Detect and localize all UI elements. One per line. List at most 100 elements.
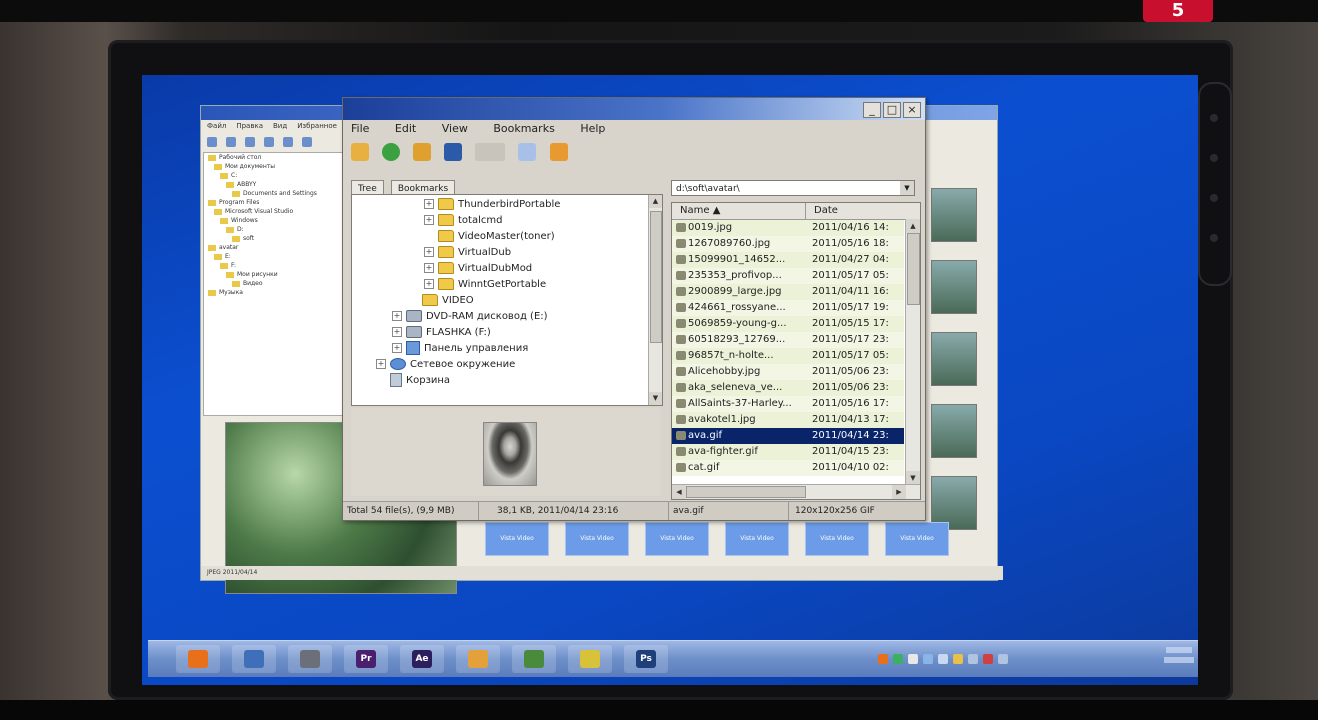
toolbar-icon[interactable] [264,137,275,147]
window-titlebar[interactable]: _ □ × [343,98,925,120]
background-menu-item[interactable]: Вид [273,122,287,130]
slideshow-icon[interactable] [549,143,568,161]
column-name-header[interactable]: Name ▲ [672,203,806,219]
tree-item[interactable]: + Панель управления [392,341,528,357]
expand-icon[interactable]: + [392,311,402,321]
file-row[interactable]: 15099901_14652... 2011/04/27 04: [672,252,904,268]
taskbar-button[interactable] [232,645,276,673]
tray-icon[interactable] [878,654,888,664]
tray-icon[interactable] [968,654,978,664]
expand-icon[interactable]: + [424,247,434,257]
background-menu-item[interactable]: Файл [207,122,226,130]
tree-item[interactable]: + WinntGetPortable [424,277,546,293]
menu-edit[interactable]: Edit [395,122,416,135]
file-row[interactable]: 2900899_large.jpg 2011/04/11 16: [672,284,904,300]
expand-icon[interactable]: + [376,359,386,369]
taskbar-button[interactable] [568,645,612,673]
maximize-button[interactable]: □ [883,102,901,118]
taskbar-button[interactable] [288,645,332,673]
file-row[interactable]: ava-fighter.gif 2011/04/15 23: [672,444,904,460]
taskbar-button[interactable]: Ps [624,645,668,673]
up-folder-icon[interactable] [351,143,369,161]
toolbar-icon[interactable] [283,137,294,147]
tray-icon[interactable] [908,654,918,664]
scroll-thumb[interactable] [907,233,920,305]
tray-icon[interactable] [938,654,948,664]
scroll-up-arrow[interactable]: ▲ [649,195,662,208]
image-viewer-window[interactable]: _ □ × File Edit View Bookmarks Help Tree… [342,97,926,521]
tree-item[interactable]: VideoMaster(toner) [424,229,555,245]
expand-icon[interactable]: + [424,215,434,225]
tray-icon[interactable] [953,654,963,664]
expand-icon[interactable]: + [392,343,402,353]
scroll-thumb[interactable] [686,486,806,498]
taskbar-button[interactable]: Pr [344,645,388,673]
file-row[interactable]: 235353_profivop... 2011/05/17 05: [672,268,904,284]
thumbnails-icon[interactable] [518,143,537,161]
taskbar-button[interactable] [176,645,220,673]
file-row[interactable]: 60518293_12769... 2011/05/17 23: [672,332,904,348]
taskbar-button[interactable] [512,645,556,673]
thumbnail[interactable] [931,404,977,458]
folder-tree[interactable]: + ThunderbirdPortable + totalcmd VideoMaster… [351,194,663,406]
tree-item[interactable]: + Сетевое окружение [376,357,515,373]
scroll-thumb[interactable] [650,211,662,343]
video-thumbnail[interactable]: Vista Video [805,522,869,556]
tray-icon[interactable] [893,654,903,664]
video-thumbnail[interactable]: Vista Video [485,522,549,556]
minimize-button[interactable]: _ [863,102,881,118]
file-row[interactable]: Alicehobby.jpg 2011/05/06 23: [672,364,904,380]
file-row[interactable]: 424661_rossyane... 2011/05/17 19: [672,300,904,316]
expand-icon[interactable]: + [424,263,434,273]
tree-item[interactable]: VIDEO [408,293,474,309]
file-row[interactable]: 1267089760.jpg 2011/05/16 18: [672,236,904,252]
bookmark-add-icon[interactable] [413,143,432,161]
file-row[interactable]: aka_seleneva_ve... 2011/05/06 23: [672,380,904,396]
tree-item[interactable]: Корзина [376,373,450,389]
expand-icon[interactable]: + [392,327,402,337]
scroll-down-arrow[interactable]: ▼ [649,392,662,405]
file-row[interactable]: 0019.jpg 2011/04/16 14: [672,220,904,236]
tree-item[interactable]: + ThunderbirdPortable [424,197,560,213]
file-row[interactable]: 5069859-young-g... 2011/05/15 17: [672,316,904,332]
toolbar-icon[interactable] [302,137,313,147]
background-menu-item[interactable]: Избранное [297,122,337,130]
file-list-hscrollbar[interactable]: ◀ ▶ [672,484,920,499]
video-thumbnail[interactable]: Vista Video [645,522,709,556]
menu-view[interactable]: View [442,122,468,135]
scroll-up-arrow[interactable]: ▲ [906,219,920,233]
expand-icon[interactable]: + [424,279,434,289]
video-thumbnail[interactable]: Vista Video [885,522,949,556]
file-row[interactable]: ava.gif 2011/04/14 23: [672,428,904,444]
taskbar-button[interactable] [456,645,500,673]
toolbar-icon[interactable] [207,137,217,147]
file-row[interactable]: AllSaints-37-Harley... 2011/05/16 17: [672,396,904,412]
close-button[interactable]: × [903,102,921,118]
expand-icon[interactable]: + [424,199,434,209]
refresh-icon[interactable] [382,143,401,161]
tray-icon[interactable] [998,654,1008,664]
scroll-down-arrow[interactable]: ▼ [906,471,920,485]
thumbnail[interactable] [931,332,977,386]
taskbar-button[interactable]: Ae [400,645,444,673]
tree-item[interactable]: + totalcmd [424,213,502,229]
menu-bookmarks[interactable]: Bookmarks [493,122,554,135]
video-thumbnail[interactable]: Vista Video [565,522,629,556]
dropdown-arrow-icon[interactable]: ▼ [900,181,914,195]
file-list-vscrollbar[interactable]: ▲ ▼ [905,219,920,485]
file-row[interactable]: cat.gif 2011/04/10 02: [672,460,904,476]
file-row[interactable]: 96857t_n-holte... 2011/05/17 05: [672,348,904,364]
path-combobox[interactable]: d:\soft\avatar\ ▼ [671,180,915,196]
file-list[interactable]: Name ▲ Date 0019.jpg 2011/04/16 14: 126708… [671,202,921,500]
tree-scrollbar[interactable]: ▲ ▼ [648,195,662,405]
tree-item[interactable]: + DVD-RAM дисковод (E:) [392,309,548,325]
tray-icon[interactable] [983,654,993,664]
video-thumbnail[interactable]: Vista Video [725,522,789,556]
menu-file[interactable]: File [351,122,369,135]
toolbar-icon[interactable] [226,137,237,147]
file-row[interactable]: avakotel1.jpg 2011/04/13 17: [672,412,904,428]
tree-item[interactable]: + VirtualDub [424,245,511,261]
tree-item[interactable]: + VirtualDubMod [424,261,532,277]
toolbar-icon[interactable] [245,137,256,147]
scroll-left-arrow[interactable]: ◀ [672,485,686,499]
